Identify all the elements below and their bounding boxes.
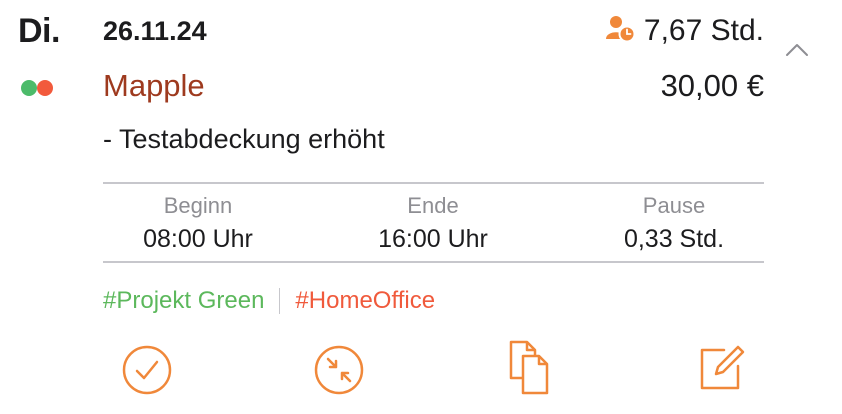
duplicate-button[interactable] <box>505 340 553 396</box>
complete-button[interactable] <box>121 344 173 396</box>
entry-amount: 30,00 € <box>660 68 764 103</box>
tag-projekt-green[interactable]: #Projekt Green <box>103 287 264 315</box>
person-clock-icon <box>605 15 636 48</box>
pause-column: Pause 0,33 Std. <box>564 193 784 254</box>
entry-note: - Testabdeckung erhöht <box>103 124 385 154</box>
edit-square-icon <box>700 345 745 390</box>
duration-value: 7,67 Std. <box>643 14 764 47</box>
end-label: Ende <box>407 193 459 218</box>
duplicate-documents-icon <box>509 340 549 395</box>
begin-value: 08:00 Uhr <box>143 225 253 253</box>
tag-list: #Projekt Green #HomeOffice <box>103 287 435 315</box>
begin-column: Beginn 08:00 Uhr <box>88 193 308 254</box>
tag-homeoffice[interactable]: #HomeOffice <box>295 287 435 315</box>
client-name: Mapple <box>103 68 205 103</box>
chevron-up-icon[interactable] <box>784 42 810 63</box>
divider-top <box>103 182 764 184</box>
duration-summary: 7,67 Std. <box>605 14 764 48</box>
arrows-inward-circle-icon <box>314 345 364 395</box>
pause-value: 0,33 Std. <box>623 225 725 253</box>
status-dots-icon <box>20 79 56 97</box>
tag-separator <box>279 288 281 314</box>
divider-bottom <box>103 261 764 263</box>
weekday-label: Di. <box>18 12 60 50</box>
edit-button[interactable] <box>694 342 746 394</box>
pause-label: Pause <box>642 193 706 218</box>
end-value: 16:00 Uhr <box>378 225 488 253</box>
merge-button[interactable] <box>313 344 365 396</box>
checkmark-circle-icon <box>122 345 172 395</box>
end-column: Ende 16:00 Uhr <box>323 193 543 254</box>
entry-date: 26.11.24 <box>103 16 207 46</box>
begin-label: Beginn <box>163 193 233 218</box>
